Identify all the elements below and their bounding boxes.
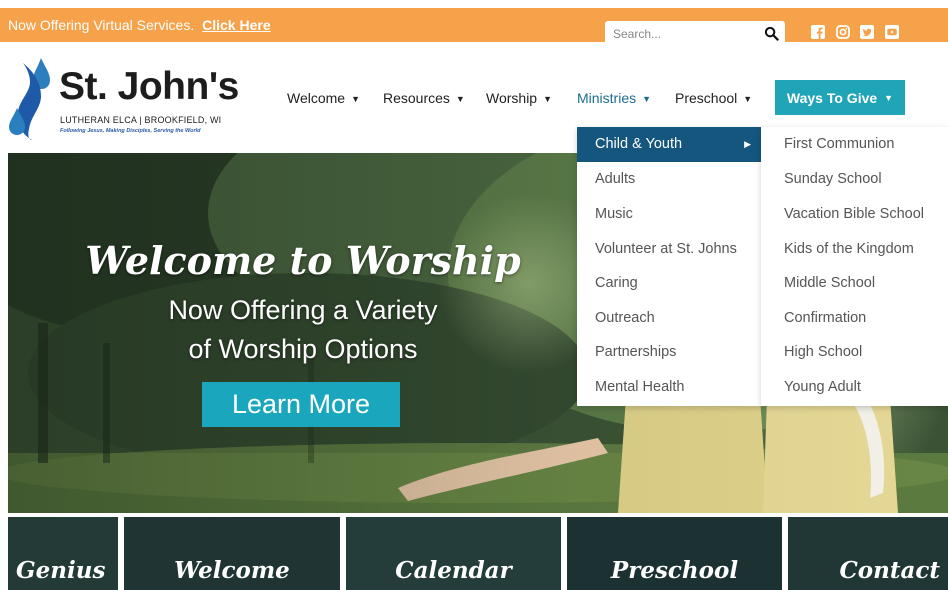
tile-welcome[interactable]: Welcome [124, 517, 340, 590]
menu-item-volunteer[interactable]: Volunteer at St. Johns [577, 232, 761, 267]
hero-subtitle-line1: Now Offering a Variety [168, 295, 438, 325]
tile-label: Preschool [610, 557, 739, 584]
tile-label: Genius [16, 557, 106, 584]
menu-item-child-youth[interactable]: Child & Youth ▶ [577, 127, 761, 162]
menu-item-music[interactable]: Music [577, 197, 761, 232]
caret-down-icon: ▼ [743, 94, 753, 104]
facebook-icon[interactable] [811, 25, 825, 39]
menu-item-label: Child & Youth [595, 136, 683, 152]
ways-to-give-label: Ways To Give [786, 89, 878, 106]
menu-item-mental-health[interactable]: Mental Health [577, 370, 761, 405]
submenu-item-kids-of-the-kingdom[interactable]: Kids of the Kingdom [761, 232, 948, 267]
tile-contact[interactable]: Contact [788, 517, 948, 590]
learn-more-button[interactable]: Learn More [202, 382, 400, 427]
nav-preschool[interactable]: Preschool ▼ [675, 90, 752, 106]
announcement-message: Now Offering Virtual Services. [8, 17, 195, 33]
twitter-icon[interactable] [860, 25, 874, 39]
submenu-item-confirmation[interactable]: Confirmation [761, 301, 948, 336]
tile-genius[interactable]: Genius [8, 517, 118, 590]
child-youth-submenu: First Communion Sunday School Vacation B… [761, 127, 948, 406]
nav-resources[interactable]: Resources ▼ [383, 90, 465, 106]
logo-title: St. John's [59, 65, 239, 108]
menu-item-outreach[interactable]: Outreach [577, 301, 761, 336]
search-box [605, 21, 785, 46]
caret-down-icon: ▼ [351, 94, 361, 104]
menu-item-partnerships[interactable]: Partnerships [577, 335, 761, 370]
tile-label: Welcome [174, 557, 290, 584]
submenu-item-sunday-school[interactable]: Sunday School [761, 162, 948, 197]
church-logo[interactable]: St. John's LUTHERAN ELCA | BROOKFIELD, W… [8, 58, 243, 140]
menu-item-caring[interactable]: Caring [577, 266, 761, 301]
hero-title: Welcome to Worship [85, 238, 521, 283]
nav-preschool-label: Preschool [675, 90, 738, 106]
menu-item-adults[interactable]: Adults [577, 162, 761, 197]
instagram-icon[interactable] [836, 25, 850, 39]
logo-subtitle: LUTHERAN ELCA | BROOKFIELD, WI [60, 115, 222, 125]
announcement-bar: Now Offering Virtual Services. Click Her… [0, 8, 948, 46]
logo-tagline: Following Jesus, Making Disciples, Servi… [60, 128, 201, 134]
caret-down-icon: ▼ [884, 92, 894, 103]
announcement-text: Now Offering Virtual Services. Click Her… [8, 17, 271, 33]
nav-resources-label: Resources [383, 90, 450, 106]
ways-to-give-button[interactable]: Ways To Give ▼ [775, 80, 905, 115]
tile-preschool[interactable]: Preschool [567, 517, 782, 590]
nav-worship-label: Worship [486, 90, 538, 106]
nav-welcome[interactable]: Welcome ▼ [287, 90, 360, 106]
hero-subtitle-line2: of Worship Options [188, 334, 418, 364]
tile-calendar[interactable]: Calendar [346, 517, 561, 590]
caret-right-icon: ▶ [744, 139, 751, 149]
submenu-item-young-adult[interactable]: Young Adult [761, 370, 948, 405]
nav-worship[interactable]: Worship ▼ [486, 90, 552, 106]
nav-ministries-label: Ministries [577, 90, 637, 106]
caret-down-icon: ▼ [455, 94, 465, 104]
search-icon[interactable] [764, 26, 779, 41]
click-here-link[interactable]: Click Here [202, 17, 270, 33]
caret-down-icon: ▼ [642, 94, 652, 104]
submenu-item-vbs[interactable]: Vacation Bible School [761, 197, 948, 232]
search-input[interactable] [605, 21, 757, 46]
tile-label: Contact [839, 557, 940, 584]
nav-welcome-label: Welcome [287, 90, 346, 106]
nav-ministries[interactable]: Ministries ▼ [577, 90, 651, 106]
tile-label: Calendar [395, 557, 512, 584]
caret-down-icon: ▼ [543, 94, 553, 104]
water-drops-icon [9, 58, 50, 140]
youtube-icon[interactable] [885, 25, 899, 39]
submenu-item-high-school[interactable]: High School [761, 335, 948, 370]
submenu-item-middle-school[interactable]: Middle School [761, 266, 948, 301]
ministries-dropdown: Child & Youth ▶ Adults Music Volunteer at… [577, 127, 761, 406]
submenu-item-first-communion[interactable]: First Communion [761, 127, 948, 162]
